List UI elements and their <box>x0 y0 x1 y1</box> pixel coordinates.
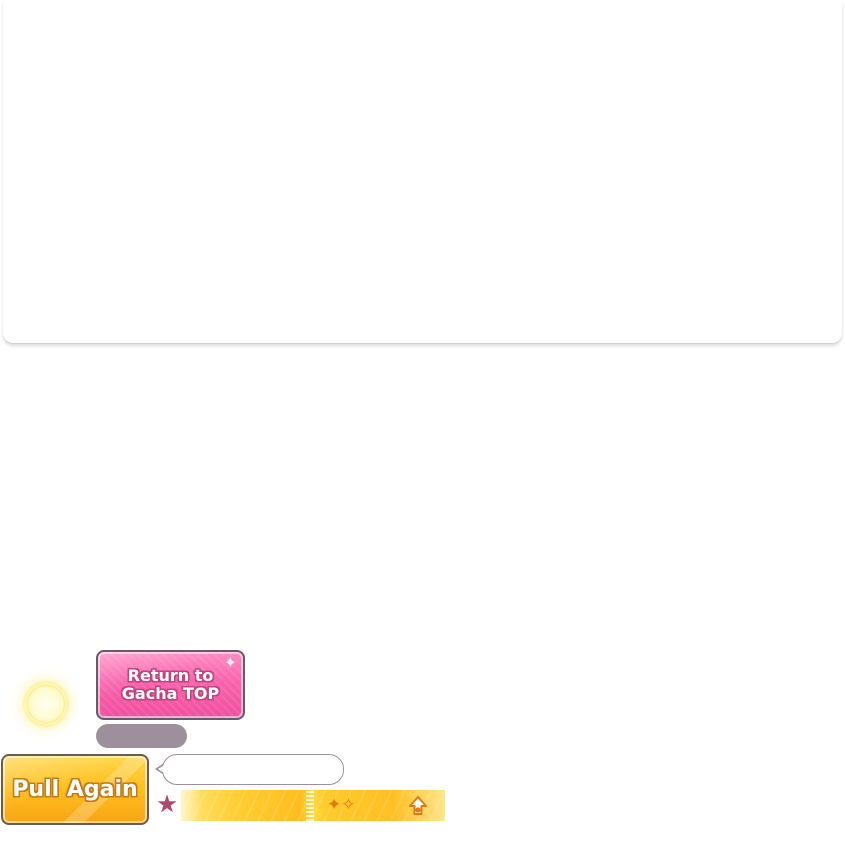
pull-again-label: Pull Again <box>12 777 138 802</box>
glow-orb-icon <box>23 681 69 727</box>
sparkle-icon: ✦✧ <box>327 795 356 815</box>
return-button-label-line1: Return to <box>127 666 214 685</box>
return-to-gacha-top-button[interactable]: ✦ Return to Gacha TOP <box>96 650 245 720</box>
sparkle-icon: ✦ <box>223 653 237 672</box>
return-button-label-line2: Gacha TOP <box>121 684 220 703</box>
up-arrow-icon <box>409 796 427 815</box>
pull-again-button[interactable]: Pull Again <box>1 754 149 825</box>
star-icon: ★ <box>156 790 178 818</box>
speech-bubble <box>162 754 344 785</box>
bonus-strip <box>181 790 445 821</box>
info-pill <box>96 724 187 748</box>
gacha-result-screen: ✦ Return to Gacha TOP Pull Again ★ ✦✧ <box>0 0 845 845</box>
result-card-panel <box>3 0 842 343</box>
speech-bubble-tail-inner <box>158 765 164 773</box>
